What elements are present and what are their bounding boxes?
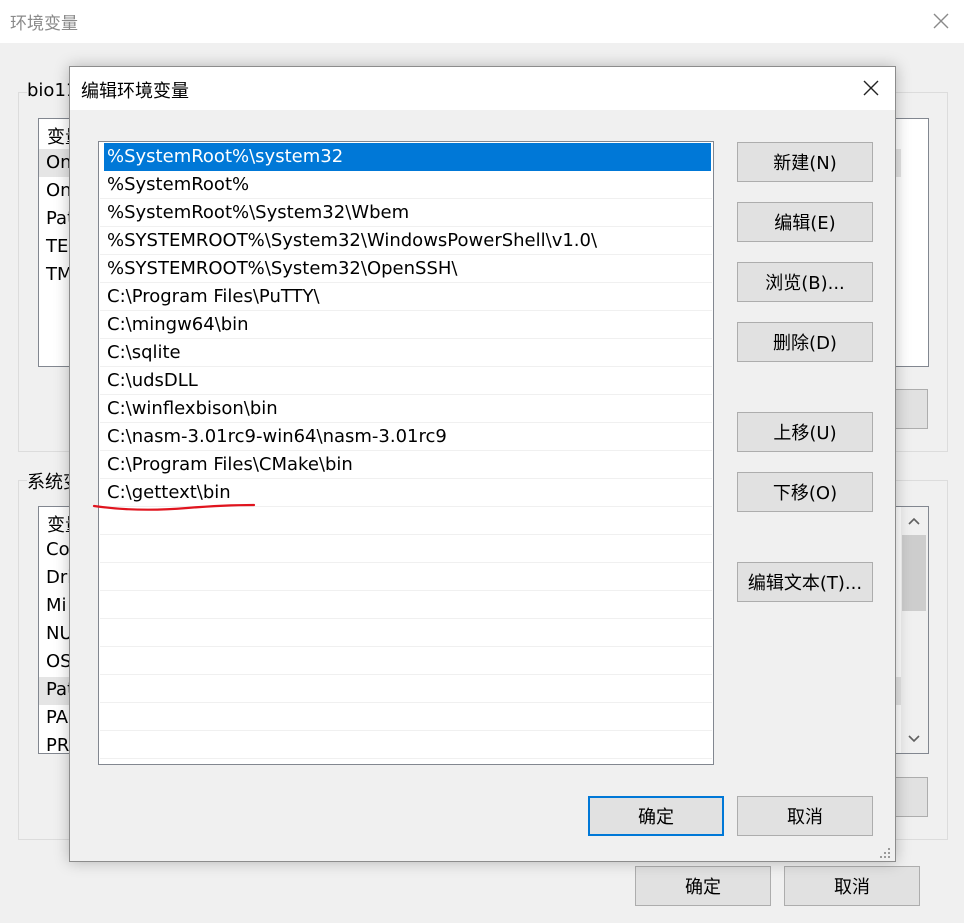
- red-underline-annotation: [92, 503, 256, 511]
- list-item[interactable]: PR: [46, 735, 69, 754]
- browse-button[interactable]: 浏览(B)...: [737, 262, 873, 302]
- list-item[interactable]: PA: [46, 707, 68, 728]
- ok-button[interactable]: 确定: [588, 796, 724, 836]
- empty-row[interactable]: [100, 535, 712, 563]
- move-up-button[interactable]: 上移(U): [737, 412, 873, 452]
- path-item[interactable]: C:\nasm-3.01rc9-win64\nasm-3.01rc9: [100, 423, 712, 451]
- path-item[interactable]: C:\udsDLL: [100, 367, 712, 395]
- empty-row[interactable]: [100, 675, 712, 703]
- list-item[interactable]: On: [46, 180, 72, 201]
- dialog-title-bar: [70, 67, 895, 110]
- path-item-selected[interactable]: %SystemRoot%\system32: [104, 143, 711, 171]
- list-item[interactable]: On: [46, 152, 72, 173]
- cancel-button[interactable]: 取消: [737, 796, 873, 836]
- chevron-down-icon[interactable]: [902, 726, 926, 752]
- delete-button[interactable]: 删除(D): [737, 322, 873, 362]
- path-item[interactable]: %SYSTEMROOT%\System32\WindowsPowerShell\…: [100, 227, 712, 255]
- path-item[interactable]: C:\mingw64\bin: [100, 311, 712, 339]
- bg-cancel-button[interactable]: 取消: [784, 866, 920, 906]
- dialog-title: 编辑环境变量: [81, 81, 189, 102]
- resize-grip-icon[interactable]: [878, 846, 892, 860]
- list-item[interactable]: OS: [46, 651, 72, 672]
- bg-window-title: 环境变量: [10, 14, 78, 34]
- edit-button[interactable]: 编辑(E): [737, 202, 873, 242]
- empty-row[interactable]: [100, 619, 712, 647]
- empty-row[interactable]: [100, 647, 712, 675]
- empty-row[interactable]: [100, 563, 712, 591]
- path-item[interactable]: C:\sqlite: [100, 339, 712, 367]
- path-item[interactable]: C:\Program Files\CMake\bin: [100, 451, 712, 479]
- path-item[interactable]: %SYSTEMROOT%\System32\OpenSSH\: [100, 255, 712, 283]
- path-item[interactable]: %SystemRoot%: [100, 171, 712, 199]
- list-item[interactable]: Mi: [46, 595, 67, 616]
- bg-title-bar: [0, 0, 964, 43]
- bg-ok-button[interactable]: 确定: [635, 866, 771, 906]
- empty-row[interactable]: [100, 703, 712, 731]
- list-item[interactable]: Co: [46, 539, 70, 560]
- path-item[interactable]: C:\Program Files\PuTTY\: [100, 283, 712, 311]
- scrollbar-thumb[interactable]: [902, 535, 926, 611]
- empty-row[interactable]: [100, 731, 712, 759]
- move-down-button[interactable]: 下移(O): [737, 472, 873, 512]
- edit-text-button[interactable]: 编辑文本(T)...: [737, 562, 873, 602]
- path-item[interactable]: C:\winflexbison\bin: [100, 395, 712, 423]
- path-item[interactable]: %SystemRoot%\System32\Wbem: [100, 199, 712, 227]
- bg-close-icon[interactable]: [928, 8, 954, 34]
- empty-row[interactable]: [100, 591, 712, 619]
- chevron-up-icon[interactable]: [902, 508, 926, 534]
- close-icon[interactable]: [859, 76, 883, 100]
- path-list[interactable]: %SystemRoot%\system32 %SystemRoot% %Syst…: [98, 141, 714, 765]
- new-button[interactable]: 新建(N): [737, 142, 873, 182]
